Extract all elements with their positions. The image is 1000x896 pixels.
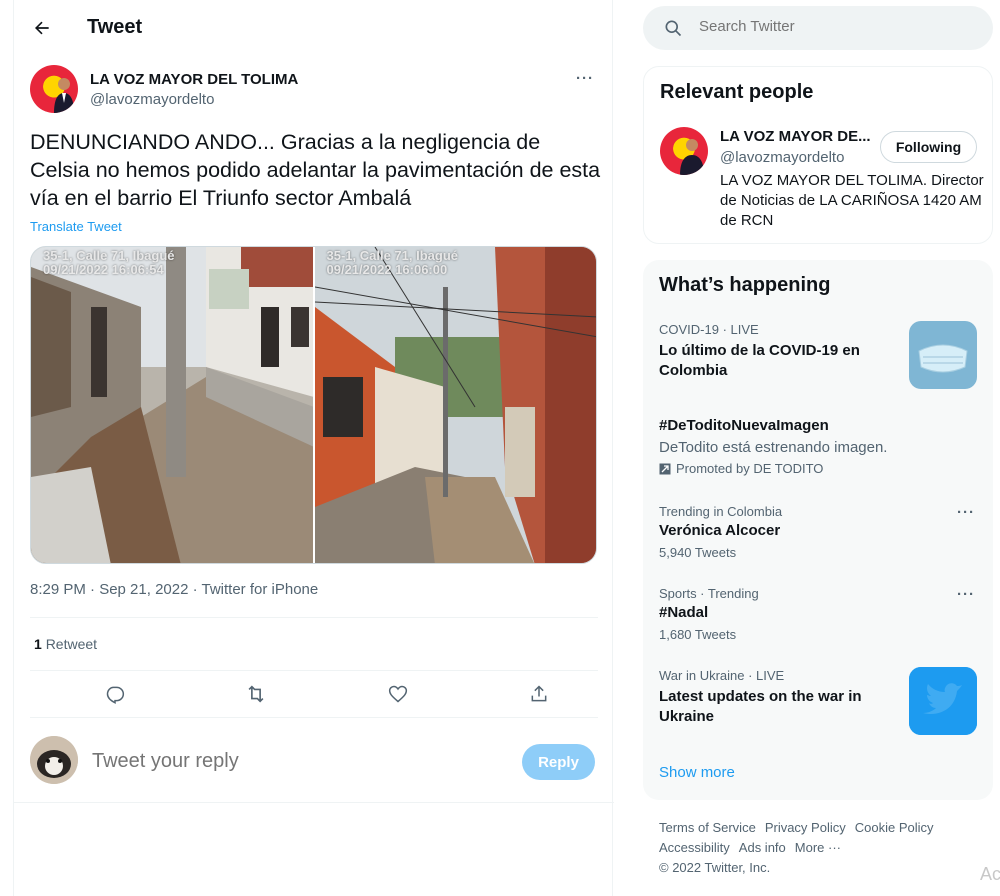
author-handle[interactable]: @lavozmayordelto xyxy=(90,91,214,108)
twitter-bird-icon xyxy=(909,667,977,735)
tweet-author: LA VOZ MAYOR DEL TOLIMA @lavozmayordelto… xyxy=(30,64,598,116)
copyright: © 2022 Twitter, Inc. xyxy=(659,860,771,875)
relevant-people-card: Relevant people LA VOZ MAYOR DE... @lavo… xyxy=(643,66,993,244)
search-input[interactable] xyxy=(699,18,959,35)
search-icon xyxy=(665,20,682,37)
main-column: Tweet LA VOZ MAYOR DEL TOLIMA @lavozmayo… xyxy=(13,0,614,896)
footer-link[interactable]: Privacy Policy xyxy=(765,820,846,835)
trend-item-promoted[interactable]: #DeToditoNuevaImagen DeTodito está estre… xyxy=(659,416,977,480)
promoted-icon xyxy=(659,463,671,474)
more-options-icon[interactable]: ··· xyxy=(576,70,594,87)
relevant-name[interactable]: LA VOZ MAYOR DE... xyxy=(720,128,871,145)
whats-happening-card: What’s happening COVID-19 · LIVE Lo últi… xyxy=(643,260,993,800)
reply-button[interactable]: Reply xyxy=(522,744,595,780)
trend-description: DeTodito está estrenando imagen. xyxy=(659,439,888,456)
reply-icon[interactable] xyxy=(103,682,127,706)
following-button[interactable]: Following xyxy=(880,131,977,163)
trend-headline: #DeToditoNuevaImagen xyxy=(659,417,829,434)
tweet-actions xyxy=(30,678,598,710)
search-box[interactable] xyxy=(643,6,993,50)
top-bar: Tweet xyxy=(14,0,614,56)
trend-item[interactable]: Trending in Colombia Verónica Alcocer 5,… xyxy=(659,504,977,562)
whats-happening-title: What’s happening xyxy=(659,274,831,296)
trend-thumbnail xyxy=(909,667,977,735)
activate-watermark: Ac xyxy=(980,864,1000,884)
tweet-timestamp[interactable]: 8:29 PM · Sep 21, 2022 · Twitter for iPh… xyxy=(30,581,318,598)
page-title: Tweet xyxy=(87,16,143,38)
footer-link[interactable]: Terms of Service xyxy=(659,820,756,835)
photo-stamp-1: 35-1, Calle 71, Ibagué 09/21/2022 16:06:… xyxy=(43,248,175,277)
trend-headline: #Nadal xyxy=(659,604,709,621)
more-options-icon[interactable]: ··· xyxy=(957,504,975,521)
trend-count: 1,680 Tweets xyxy=(659,627,737,642)
retweet-icon[interactable] xyxy=(244,682,268,706)
tweet-photo-1[interactable]: 35-1, Calle 71, Ibagué 09/21/2022 16:06:… xyxy=(31,247,313,563)
footer-links: Terms of Service Privacy Policy Cookie Pol… xyxy=(659,818,979,878)
footer-link[interactable]: More ··· xyxy=(795,840,841,855)
footer-link[interactable]: Cookie Policy xyxy=(855,820,934,835)
share-icon[interactable] xyxy=(527,682,551,706)
relevant-handle[interactable]: @lavozmayordelto xyxy=(720,149,844,166)
divider xyxy=(14,802,614,803)
tweet-photo-2[interactable]: 35-1, Calle 71, Ibagué 09/21/2022 16:06:… xyxy=(314,247,596,563)
divider xyxy=(30,717,598,718)
trend-headline: Lo último de la COVID-19 en Colombia xyxy=(659,342,860,379)
trend-headline: Verónica Alcocer xyxy=(659,522,781,539)
promoted-label: Promoted by DE TODITO xyxy=(659,461,977,476)
tweet-media[interactable]: 35-1, Calle 71, Ibagué 09/21/2022 16:06:… xyxy=(30,246,597,564)
tweet-text: DENUNCIANDO ANDO... Gracias a la neglige… xyxy=(30,130,601,210)
reply-input[interactable] xyxy=(92,750,492,773)
author-avatar[interactable] xyxy=(30,65,78,113)
trend-headline: Latest updates on the war in Ukraine xyxy=(659,688,862,725)
divider xyxy=(30,617,598,618)
author-name[interactable]: LA VOZ MAYOR DEL TOLIMA xyxy=(90,71,298,88)
trend-item[interactable]: War in Ukraine · LIVE Latest updates on … xyxy=(659,667,977,738)
reply-composer: Reply xyxy=(30,734,598,790)
trend-context: Trending in Colombia xyxy=(659,504,783,519)
relevant-bio: LA VOZ MAYOR DEL TOLIMA. Director de Not… xyxy=(720,172,984,229)
back-arrow-icon[interactable] xyxy=(30,16,54,40)
trend-item[interactable]: Sports · Trending #Nadal 1,680 Tweets ··… xyxy=(659,586,977,644)
show-more-link[interactable]: Show more xyxy=(659,764,735,781)
trend-context: Sports · Trending xyxy=(659,586,759,601)
relevant-avatar[interactable] xyxy=(660,127,708,175)
photo-stamp-2: 35-1, Calle 71, Ibagué 09/21/2022 16:06:… xyxy=(326,248,459,277)
like-icon[interactable] xyxy=(386,682,410,706)
divider xyxy=(30,670,598,671)
trend-count: 5,940 Tweets xyxy=(659,545,737,560)
more-options-icon[interactable]: ··· xyxy=(957,586,975,603)
relevant-people-title: Relevant people xyxy=(660,81,814,103)
translate-link[interactable]: Translate Tweet xyxy=(30,219,122,234)
user-avatar[interactable] xyxy=(30,736,78,784)
footer-link[interactable]: Ads info xyxy=(739,840,786,855)
trend-thumbnail xyxy=(909,321,977,389)
retweet-count[interactable]: 1 Retweet xyxy=(34,636,97,652)
footer-link[interactable]: Accessibility xyxy=(659,840,730,855)
trend-item[interactable]: COVID-19 · LIVE Lo último de la COVID-19… xyxy=(659,321,977,392)
